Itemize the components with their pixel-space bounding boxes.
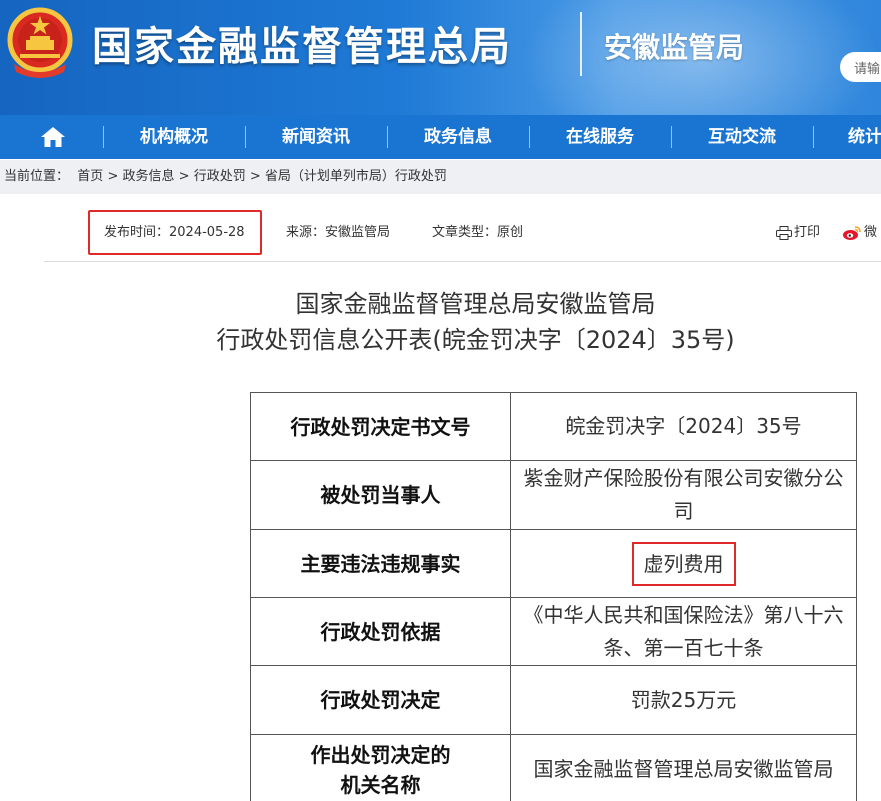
nav-item-interaction[interactable]: 互动交流 [688,115,796,159]
row-value: 紫金财产保险股份有限公司安徽分公司 [510,460,857,530]
breadcrumb: 当前位置： 首页 > 政务信息 > 行政处罚 > 省局（计划单列市局）行政处罚 [0,160,881,194]
breadcrumb-label: 当前位置： [4,169,70,184]
article-title-line2: 行政处罚信息公开表(皖金罚决字〔2024〕35号) [216,326,735,354]
print-icon [776,225,792,240]
weibo-label: 微 [864,225,878,240]
article-type: 文章类型：原创 [432,210,523,255]
national-emblem-icon [7,7,73,78]
highlighted-violation: 虚列费用 [631,541,736,586]
publish-date: 发布时间：2024-05-28 [88,210,262,255]
table-row: 主要违法违规事实 虚列费用 [250,529,857,598]
nav-separator [103,126,104,148]
row-key: 行政处罚决定书文号 [250,392,511,461]
print-button[interactable]: 打印 [776,210,820,255]
publish-date-value: 2024-05-28 [169,225,245,240]
breadcrumb-item-provincial-penalty[interactable]: 省局（计划单列市局）行政处罚 [265,169,447,184]
row-value: 罚款25万元 [510,665,857,735]
table-row: 行政处罚决定 罚款25万元 [250,665,857,735]
nav-separator [813,126,814,148]
nav-separator [529,126,530,148]
publish-date-label: 发布时间： [104,225,170,240]
nav-item-news[interactable]: 新闻资讯 [262,115,370,159]
nav-separator [671,126,672,148]
header-divider [580,12,582,76]
search-input[interactable]: 请输 [840,52,881,82]
breadcrumb-separator: > [178,169,190,184]
site-title: 国家金融监督管理总局 [92,24,512,70]
source-value: 安徽监管局 [325,225,391,240]
nav-item-statistics[interactable]: 统计 [830,115,881,159]
site-subtitle: 安徽监管局 [604,31,745,64]
table-row: 行政处罚决定书文号 皖金罚决字〔2024〕35号 [250,392,857,461]
meta-divider [44,261,881,262]
print-label: 打印 [794,225,821,240]
breadcrumb-separator: > [249,169,261,184]
penalty-info-table: 行政处罚决定书文号 皖金罚决字〔2024〕35号 被处罚当事人 紫金财产保险股份… [250,392,857,801]
article-title: 国家金融监督管理总局安徽监管局 行政处罚信息公开表(皖金罚决字〔2024〕35号… [0,286,881,358]
row-key-line1: 作出处罚决定的 [310,742,451,767]
type-value: 原创 [497,225,524,240]
site-header: 国家金融监督管理总局 安徽监管局 请输 [0,0,881,115]
type-label: 文章类型： [432,225,498,240]
table-row: 行政处罚依据 《中华人民共和国保险法》第八十六条、第一百七十条 [250,597,857,666]
table-row: 被处罚当事人 紫金财产保险股份有限公司安徽分公司 [250,460,857,530]
nav-separator [245,126,246,148]
breadcrumb-item-penalty[interactable]: 行政处罚 [194,169,246,184]
breadcrumb-separator: > [107,169,119,184]
article-meta: 发布时间：2024-05-28 来源：安徽监管局 文章类型：原创 打印 微 [0,210,881,256]
nav-separator [387,126,388,148]
home-icon[interactable] [40,125,66,149]
weibo-icon [843,225,861,240]
breadcrumb-item-government-info[interactable]: 政务信息 [122,169,174,184]
row-key: 作出处罚决定的 机关名称 [250,734,511,801]
table-row: 作出处罚决定的 机关名称 国家金融监督管理总局安徽监管局 [250,734,857,801]
nav-item-organization[interactable]: 机构概况 [120,115,228,159]
article-source: 来源：安徽监管局 [286,210,390,255]
article-title-line1: 国家金融监督管理总局安徽监管局 [295,290,656,318]
row-key: 主要违法违规事实 [250,529,511,598]
nav-item-online-service[interactable]: 在线服务 [546,115,654,159]
source-label: 来源： [286,225,326,240]
row-key: 被处罚当事人 [250,460,511,530]
row-key: 行政处罚决定 [250,665,511,735]
row-value: 国家金融监督管理总局安徽监管局 [510,734,857,801]
nav-item-government-info[interactable]: 政务信息 [404,115,512,159]
main-nav: 机构概况 新闻资讯 政务信息 在线服务 互动交流 统计 [0,115,881,159]
weibo-share-button[interactable]: 微 [842,210,877,255]
row-key: 行政处罚依据 [250,597,511,666]
row-value: 皖金罚决字〔2024〕35号 [510,392,857,461]
breadcrumb-item-home[interactable]: 首页 [77,169,103,184]
row-key-line2: 机关名称 [340,772,421,797]
row-value-cell: 虚列费用 [510,529,857,598]
row-value: 《中华人民共和国保险法》第八十六条、第一百七十条 [510,597,857,666]
